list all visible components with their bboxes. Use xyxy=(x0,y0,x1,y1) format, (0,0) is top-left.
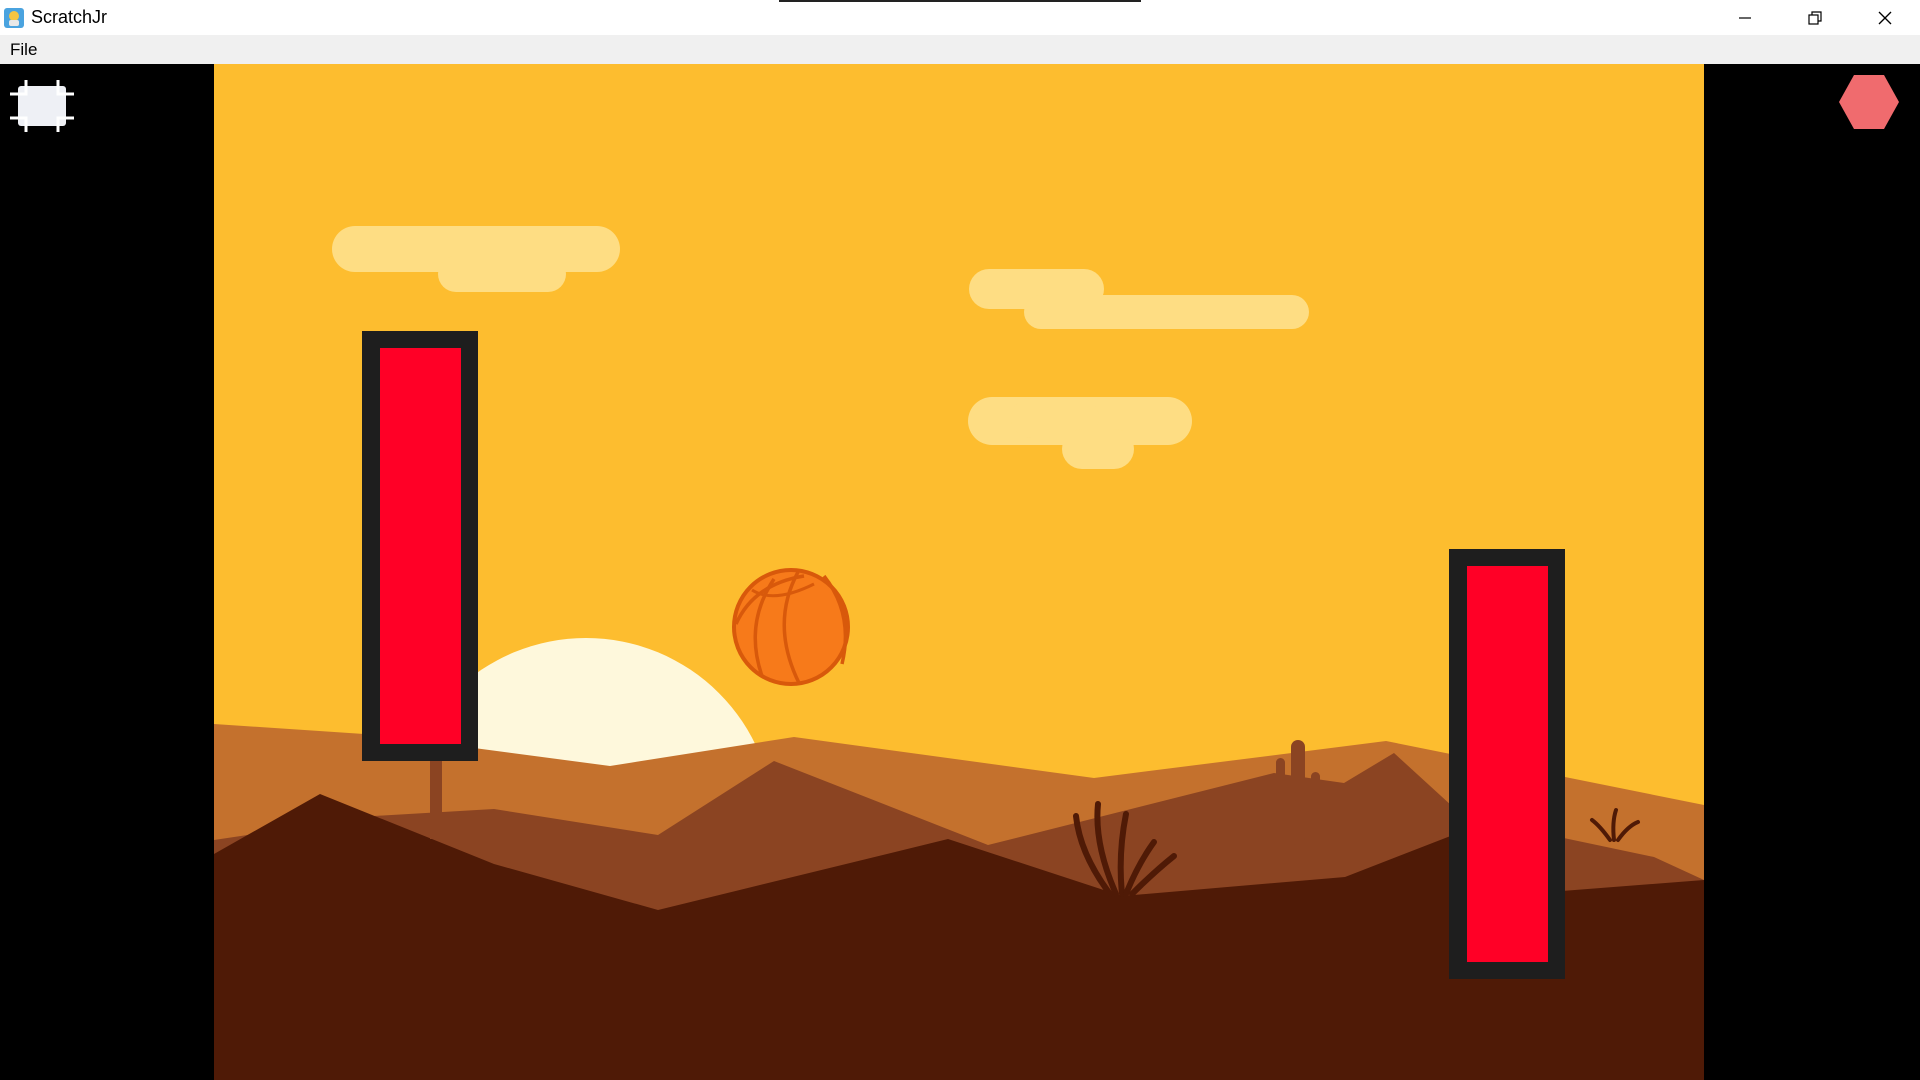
left-paddle-sprite[interactable] xyxy=(362,331,478,761)
tree-trunk xyxy=(430,754,442,839)
basketball-sprite[interactable] xyxy=(732,568,850,686)
restore-icon xyxy=(1808,10,1822,25)
left-pane xyxy=(0,64,214,1080)
window-title: ScratchJr xyxy=(31,7,108,27)
title-bar: ScratchJr xyxy=(0,0,1920,35)
title-bar-accent-line xyxy=(779,0,1141,2)
close-icon xyxy=(1878,11,1892,24)
scratchjr-app-icon xyxy=(4,7,24,28)
right-paddle-sprite[interactable] xyxy=(1449,549,1565,979)
stop-sign-icon[interactable] xyxy=(1838,73,1900,131)
minimize-button[interactable] xyxy=(1710,0,1780,35)
stage xyxy=(214,64,1704,1080)
right-pane xyxy=(1704,64,1920,1080)
fullscreen-icon[interactable] xyxy=(6,76,78,136)
minimize-icon xyxy=(1739,16,1751,19)
menu-file[interactable]: File xyxy=(0,40,37,60)
close-button[interactable] xyxy=(1850,0,1920,35)
menu-bar: File xyxy=(0,35,1920,64)
restore-button[interactable] xyxy=(1780,0,1850,35)
